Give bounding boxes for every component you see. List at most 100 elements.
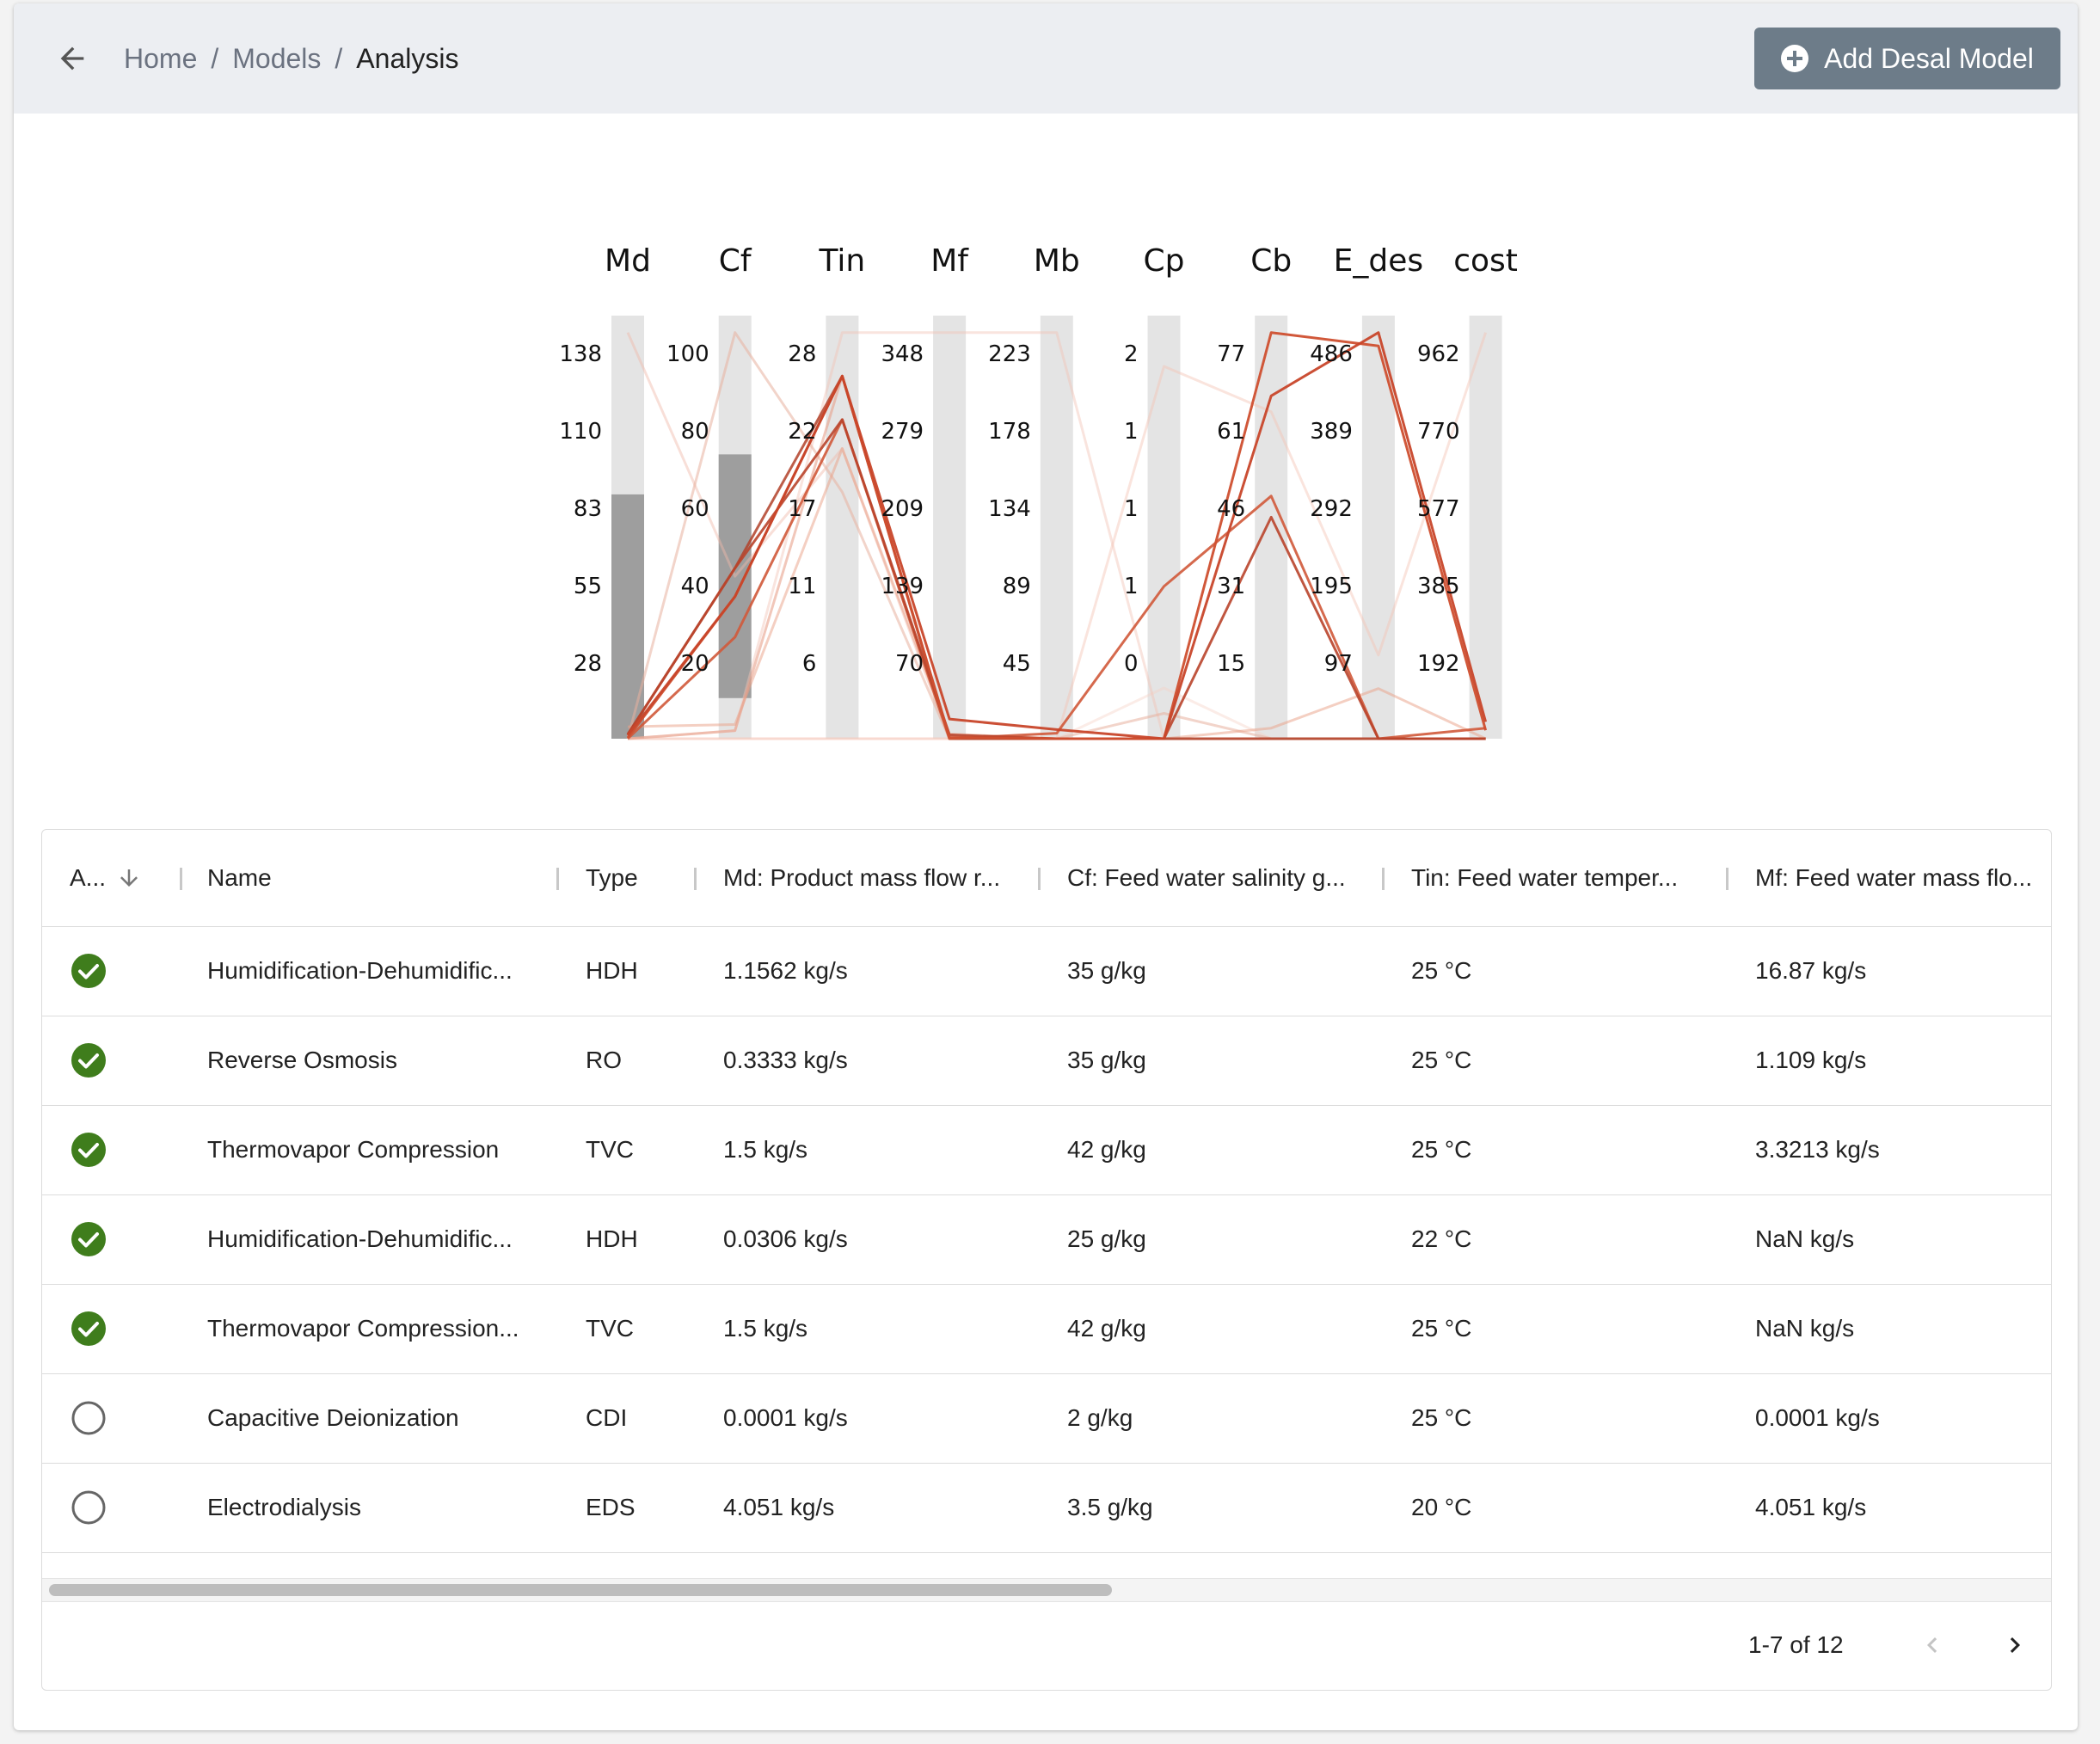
- check-circle-icon[interactable]: [70, 1220, 107, 1258]
- arrow-down-icon[interactable]: [116, 865, 142, 891]
- cell-cf: 3.5 g/kg: [1067, 1463, 1385, 1552]
- parallel-coordinates-chart: 138 110 83 55 28 100 80 60 40 20 28 22 17 11 6 348 279 20…: [14, 114, 2078, 801]
- table-row[interactable]: Reverse Osmosis RO 0.3333 kg/s 35 g/kg 25 °C…: [42, 1016, 2051, 1106]
- tick-label: 195: [1310, 574, 1353, 599]
- horizontal-scrollbar[interactable]: [42, 1578, 2051, 1602]
- cell-name-text: Reverse Osmosis: [207, 1047, 397, 1073]
- axis-title-Cf: Cf: [719, 243, 752, 279]
- cell-cf-text: 2 g/kg: [1067, 1404, 1133, 1431]
- tick-label: 80: [681, 419, 709, 445]
- models-table: A... Name Type Md: Product mass flow r..…: [41, 829, 2052, 1691]
- tick-label: 2: [1124, 341, 1139, 367]
- plus-circle-icon: [1781, 45, 1809, 72]
- cell-name: Humidification-Dehumidific...: [207, 1194, 551, 1284]
- cell-tin-text: 25 °C: [1411, 1404, 1472, 1431]
- cell-tin: 22 °C: [1411, 1194, 1729, 1284]
- tick-label: 6: [802, 651, 817, 677]
- previous-page-button[interactable]: [1912, 1624, 1953, 1666]
- cell-tin: 25 °C: [1411, 1016, 1729, 1105]
- cell-name-text: Humidification-Dehumidific...: [207, 1225, 513, 1252]
- tick-label: 11: [788, 574, 816, 599]
- cell-name: Thermovapor Compression: [207, 1105, 551, 1194]
- tick-label: 1: [1124, 574, 1139, 599]
- column-separator[interactable]: [694, 868, 697, 890]
- breadcrumb-separator: /: [335, 42, 343, 74]
- cell-md-text: 1.5 kg/s: [723, 1315, 808, 1342]
- axis-title-Md: Md: [605, 243, 651, 279]
- cell-mf: 16.87 kg/s: [1755, 926, 2048, 1016]
- status-cell: [70, 1194, 138, 1284]
- column-header-active[interactable]: A...: [70, 830, 173, 926]
- column-separator[interactable]: [180, 868, 182, 890]
- column-header-name[interactable]: Name: [207, 830, 568, 926]
- axis-cost[interactable]: [1469, 316, 1502, 739]
- breadcrumb-separator: /: [211, 42, 219, 74]
- circle-outline-icon[interactable]: [70, 1399, 107, 1437]
- tick-label: 577: [1417, 496, 1460, 522]
- status-cell: [70, 926, 138, 1016]
- cell-tin-text: 22 °C: [1411, 1225, 1472, 1252]
- arrow-left-icon: [60, 46, 84, 71]
- cell-mf-text: 4.051 kg/s: [1755, 1494, 1867, 1520]
- axis-Mf[interactable]: [933, 316, 967, 739]
- column-header-label: Cf: Feed water salinity g...: [1067, 864, 1346, 891]
- column-separator[interactable]: [1382, 868, 1385, 890]
- cell-type: TVC: [586, 1284, 689, 1373]
- tick-label: 110: [559, 419, 602, 445]
- horizontal-scrollbar-thumb[interactable]: [49, 1584, 1112, 1596]
- column-separator[interactable]: [556, 868, 559, 890]
- column-separator[interactable]: [1038, 868, 1041, 890]
- cell-tin: 25 °C: [1411, 1373, 1729, 1463]
- column-header-mf[interactable]: Mf: Feed water mass flo...: [1755, 830, 2048, 926]
- circle-outline-icon[interactable]: [70, 1489, 107, 1526]
- cell-name-text: Humidification-Dehumidific...: [207, 957, 513, 984]
- add-desal-model-button[interactable]: Add Desal Model: [1754, 28, 2060, 89]
- table-row[interactable]: Thermovapor Compression... TVC 1.5 kg/s 42 …: [42, 1284, 2051, 1374]
- tick-label: 486: [1310, 341, 1353, 367]
- tick-label: 1: [1124, 496, 1139, 522]
- cell-md: 0.3333 kg/s: [723, 1016, 1041, 1105]
- check-circle-icon[interactable]: [70, 1131, 107, 1169]
- cell-mf-text: NaN kg/s: [1755, 1315, 1855, 1342]
- check-circle-icon[interactable]: [70, 1310, 107, 1348]
- pagination-label: 1-7 of 12: [1748, 1631, 1844, 1658]
- cell-md: 1.5 kg/s: [723, 1284, 1041, 1373]
- breadcrumb-home[interactable]: Home: [124, 43, 197, 75]
- cell-cf: 35 g/kg: [1067, 926, 1385, 1016]
- cell-md: 0.0306 kg/s: [723, 1194, 1041, 1284]
- tick-label: 55: [574, 574, 602, 599]
- axis-Cp[interactable]: [1147, 316, 1181, 739]
- column-separator[interactable]: [1726, 868, 1729, 890]
- cell-mf: NaN kg/s: [1755, 1284, 2048, 1373]
- column-header-type[interactable]: Type: [586, 830, 689, 926]
- cell-type-text: HDH: [586, 1225, 638, 1252]
- table-row[interactable]: Capacitive Deionization CDI 0.0001 kg/s 2 g…: [42, 1373, 2051, 1464]
- table-row[interactable]: Electrodialysis EDS 4.051 kg/s 3.5 g/kg 20 °…: [42, 1463, 2051, 1553]
- column-header-md[interactable]: Md: Product mass flow r...: [723, 830, 1041, 926]
- tick-label: 31: [1217, 574, 1245, 599]
- tick-label: 348: [881, 341, 924, 367]
- back-button[interactable]: [48, 34, 96, 83]
- table-row[interactable]: Humidification-Dehumidific... HDH 0.0306 k…: [42, 1194, 2051, 1285]
- column-header-tin[interactable]: Tin: Feed water temper...: [1411, 830, 1729, 926]
- check-circle-icon[interactable]: [70, 952, 107, 990]
- tick-label: 46: [1217, 496, 1245, 522]
- cell-name-text: Capacitive Deionization: [207, 1404, 459, 1431]
- cell-tin: 20 °C: [1411, 1463, 1729, 1552]
- analysis-page: Home / Models / Analysis Add Desal Model…: [14, 3, 2078, 1730]
- cell-type: RO: [586, 1016, 689, 1105]
- column-header-cf[interactable]: Cf: Feed water salinity g...: [1067, 830, 1385, 926]
- add-desal-model-label: Add Desal Model: [1824, 42, 2034, 74]
- tick-label: 60: [681, 496, 709, 522]
- table-row[interactable]: Thermovapor Compression TVC 1.5 kg/s 42 g/k…: [42, 1105, 2051, 1195]
- check-circle-icon[interactable]: [70, 1041, 107, 1079]
- chevron-right-icon: [2010, 1637, 2020, 1653]
- cell-tin-text: 25 °C: [1411, 1047, 1472, 1073]
- axis-brush-Md[interactable]: [611, 494, 644, 739]
- next-page-button[interactable]: [1994, 1624, 2036, 1666]
- cell-type: HDH: [586, 926, 689, 1016]
- tick-label: 385: [1417, 574, 1460, 599]
- breadcrumb-models[interactable]: Models: [232, 43, 321, 75]
- table-row[interactable]: Humidification-Dehumidific... HDH 1.1562 k…: [42, 926, 2051, 1016]
- axis-E_des[interactable]: [1361, 316, 1395, 739]
